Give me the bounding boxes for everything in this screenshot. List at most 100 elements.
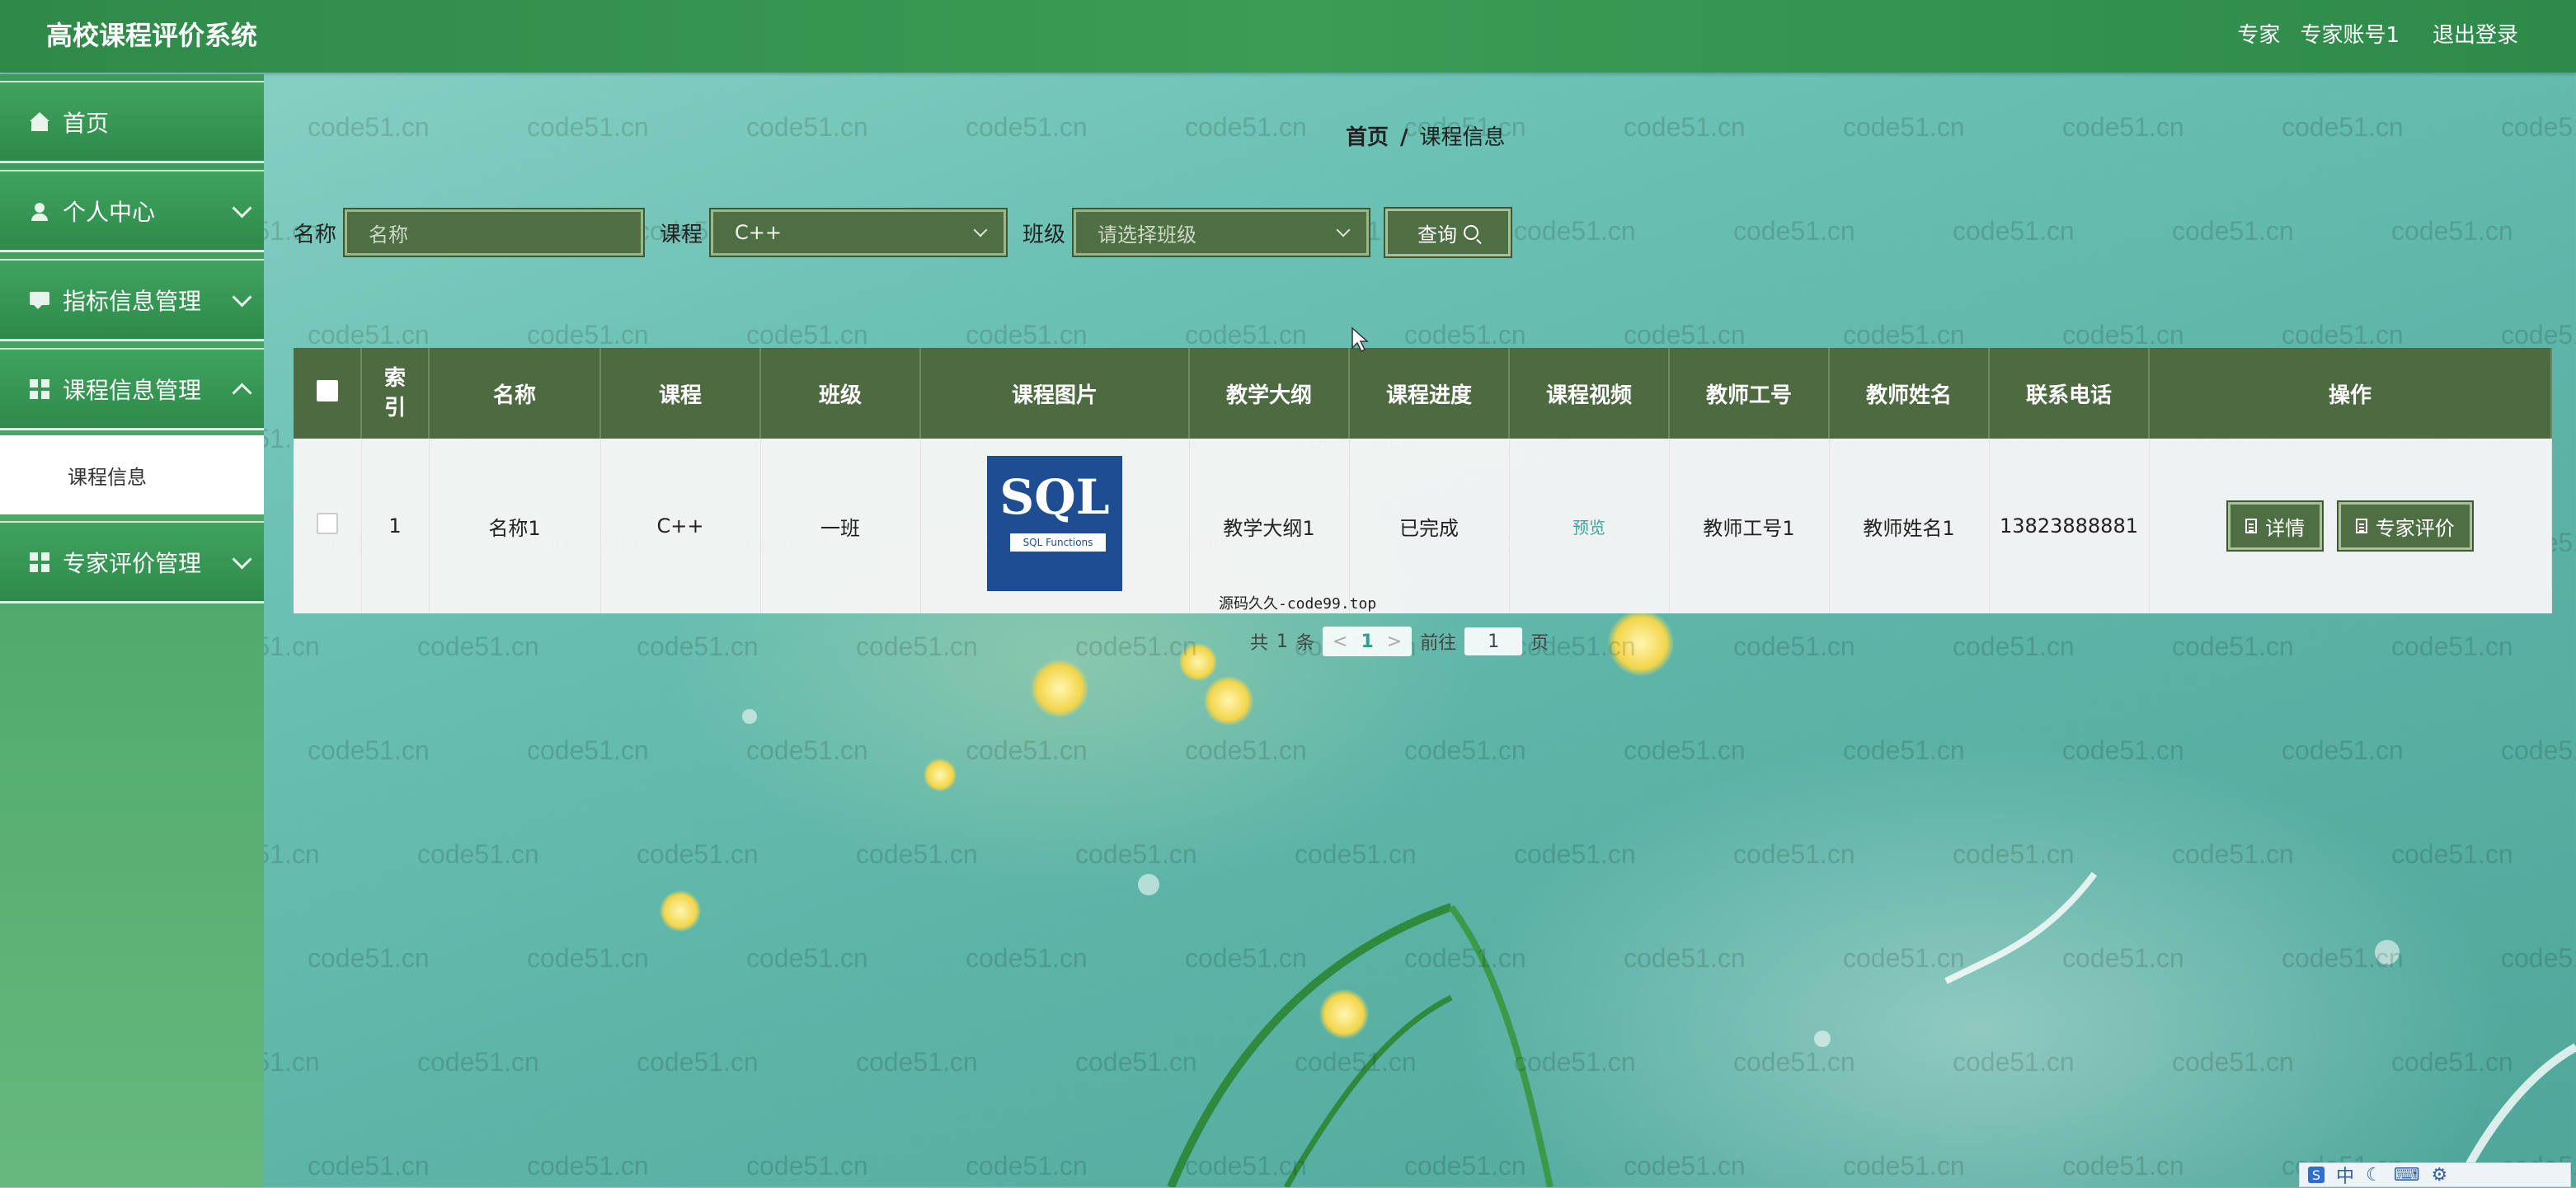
- select-all-checkbox[interactable]: [316, 379, 338, 401]
- sidebar-item-home[interactable]: 首页: [0, 81, 264, 163]
- watermark-text: code51.cn: [1075, 839, 1197, 869]
- detail-button[interactable]: 详情: [2226, 500, 2325, 552]
- watermark-text: code51.cn: [1514, 216, 1636, 246]
- goto-page-input[interactable]: 1: [1464, 627, 1523, 655]
- total-suffix: 条: [1296, 633, 1315, 654]
- watermark-text: code51.cn: [308, 320, 430, 350]
- watermark-text: code51.cn: [1843, 943, 1965, 973]
- watermark-text: code51.cn: [1733, 632, 1855, 661]
- watermark-text: code51.cn: [2282, 320, 2404, 350]
- watermark-text: code51.cn: [1295, 839, 1417, 869]
- keyboard-icon[interactable]: ⌨: [2394, 1165, 2420, 1186]
- row-select-cell[interactable]: [294, 439, 362, 613]
- sidebar-item-expert-evaluation[interactable]: 专家评价管理: [0, 521, 264, 603]
- sidebar: 首页 个人中心 指标信息管理 课程信息管理 课程信息 专家评价管理: [0, 74, 264, 1187]
- source-note: 源码久久-code99.top: [1219, 595, 1377, 613]
- watermark-text: code51.cn: [1953, 216, 2075, 246]
- sidebar-item-label: 首页: [63, 109, 110, 137]
- phone-cell: 13823888881: [1989, 439, 2150, 613]
- watermark-text: code51.cn: [966, 1151, 1088, 1181]
- watermark-text: code51.cn: [2391, 839, 2513, 869]
- ime-toolbar[interactable]: S 中 ☾ ⌨ ⚙: [2299, 1162, 2571, 1187]
- user-area: 专家 专家账号1 退出登录: [2237, 18, 2518, 49]
- goto-prefix: 前往: [1420, 633, 1457, 654]
- actions-cell: 详情 专家评价: [2149, 439, 2552, 613]
- watermark-text: code51.cn: [1624, 320, 1746, 350]
- page-number[interactable]: 1: [1361, 632, 1373, 652]
- settings-icon[interactable]: ⚙: [2432, 1165, 2448, 1186]
- watermark-text: code51.cn: [2062, 112, 2184, 142]
- logout-link[interactable]: 退出登录: [2433, 18, 2518, 49]
- chevron-down-icon: [232, 549, 252, 570]
- column-header: 课程视频: [1509, 348, 1670, 439]
- column-header: 操作: [2149, 348, 2552, 439]
- watermark-text: code51.cn: [746, 943, 868, 973]
- top-bar: 高校课程评价系统 专家 专家账号1 退出登录: [0, 0, 2576, 73]
- sidebar-item-label: 课程信息管理: [63, 376, 202, 404]
- document-icon: [2355, 519, 2367, 533]
- sidebar-item-personal-center[interactable]: 个人中心: [0, 170, 264, 252]
- teacher-id-cell: 教师工号1: [1669, 439, 1830, 613]
- grid-icon: [30, 552, 49, 572]
- watermark-text: code51.cn: [2062, 1151, 2184, 1181]
- watermark-text: code51.cn: [1953, 839, 2075, 869]
- name-input[interactable]: 名称: [343, 208, 646, 257]
- moon-icon[interactable]: ☾: [2366, 1165, 2382, 1186]
- watermark-text: code51.cn: [417, 1047, 539, 1077]
- teacher-name-cell: 教师姓名1: [1829, 439, 1990, 613]
- watermark-text: code51.cn: [1404, 943, 1526, 973]
- total-count: 1: [1276, 631, 1289, 652]
- user-role: 专家: [2237, 23, 2281, 48]
- home-icon: [30, 111, 49, 132]
- watermark-text: code51.cn: [2062, 320, 2184, 350]
- watermark-text: code51.cn: [1514, 1047, 1636, 1077]
- sidebar-item-course-management[interactable]: 课程信息管理: [0, 348, 264, 430]
- page-nav: < 1 >: [1323, 627, 1413, 656]
- watermark-text: code51.cn: [856, 1047, 978, 1077]
- course-select[interactable]: C++: [709, 208, 1008, 257]
- watermark-text: code51.cn: [417, 839, 539, 869]
- course-select-value: C++: [735, 221, 783, 244]
- watermark-text: code51.cn: [1185, 735, 1307, 765]
- watermark-text: code51.cn: [746, 735, 868, 765]
- name-label: 名称: [294, 222, 337, 247]
- course-image[interactable]: SQL SQL Functions: [987, 456, 1122, 591]
- course-table: 索引 名称 课程 班级 课程图片 教学大纲 课程进度 课程视频 教师工号 教师姓…: [294, 348, 2552, 613]
- class-label: 班级: [1022, 222, 1066, 247]
- watermark-text: code51.cn: [1404, 320, 1526, 350]
- watermark-text: code51.cn: [966, 320, 1088, 350]
- column-header: 课程图片: [920, 348, 1190, 439]
- watermark-text: code51.cn: [856, 839, 978, 869]
- query-button-label: 查询: [1417, 223, 1458, 247]
- watermark-text: code51.cn: [637, 1047, 759, 1077]
- watermark-text: code51.cn: [1843, 1151, 1965, 1181]
- query-button[interactable]: 查询: [1384, 207, 1513, 258]
- expert-evaluate-button[interactable]: 专家评价: [2336, 500, 2474, 552]
- watermark-text: code51.cn: [1075, 1047, 1197, 1077]
- watermark-text: code51.cn: [2172, 1047, 2294, 1077]
- watermark-text: code51.cn: [2391, 632, 2513, 661]
- watermark-text: code51.cn: [1733, 216, 1855, 246]
- chevron-down-icon: [1336, 223, 1351, 237]
- watermark-text: code51.cn: [2062, 735, 2184, 765]
- sidebar-item-course-info[interactable]: 课程信息: [0, 435, 264, 514]
- document-icon: [2245, 519, 2258, 533]
- next-page-icon[interactable]: >: [1387, 632, 1402, 652]
- watermark-text: code51.cn: [2501, 112, 2576, 142]
- watermark-text: code51.cn: [417, 632, 539, 661]
- class-select[interactable]: 请选择班级: [1072, 208, 1371, 257]
- watermark-text: code51.cn: [1843, 735, 1965, 765]
- select-all-cell[interactable]: [294, 348, 362, 439]
- ime-mode[interactable]: 中: [2336, 1162, 2354, 1188]
- prev-page-icon[interactable]: <: [1333, 632, 1347, 652]
- watermark-text: code51.cn: [2282, 112, 2404, 142]
- table-header-row: 索引 名称 课程 班级 课程图片 教学大纲 课程进度 课程视频 教师工号 教师姓…: [294, 348, 2552, 439]
- watermark-text: code51.cn: [2172, 632, 2294, 661]
- row-checkbox[interactable]: [316, 513, 338, 534]
- watermark-text: code51.cn: [1953, 1047, 2075, 1077]
- sidebar-item-indicator-management[interactable]: 指标信息管理: [0, 259, 264, 341]
- watermark-text: code51.cn: [2172, 839, 2294, 869]
- video-preview-link[interactable]: 预览: [1572, 518, 1605, 538]
- breadcrumb-home[interactable]: 首页: [1346, 125, 1389, 150]
- watermark-text: code51.cn: [966, 735, 1088, 765]
